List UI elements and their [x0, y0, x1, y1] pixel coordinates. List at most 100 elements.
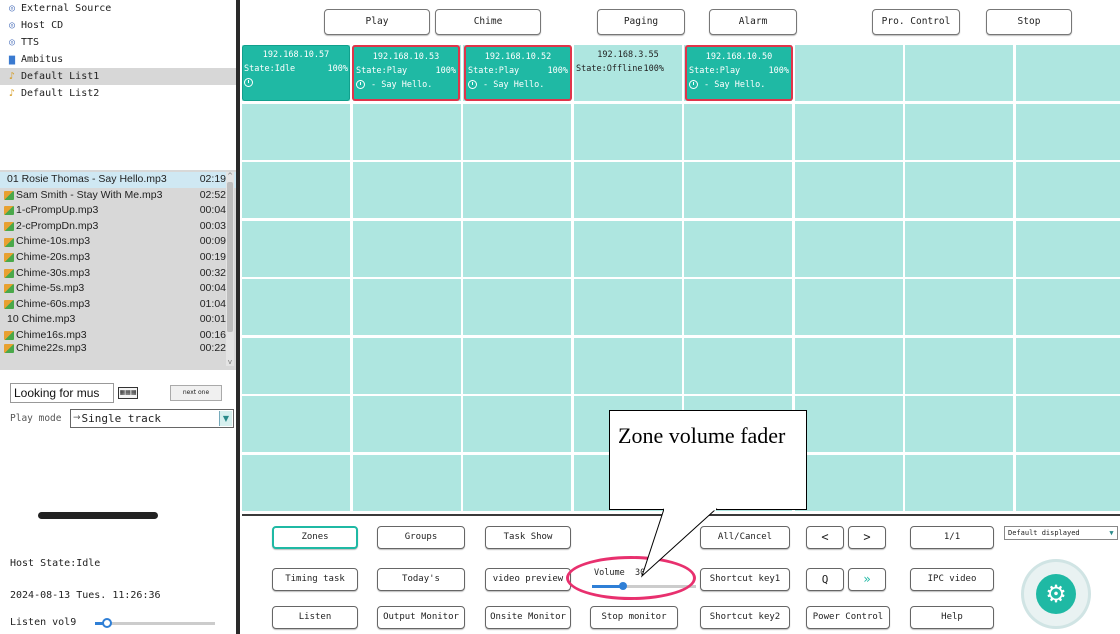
source-item-default-list2[interactable]: ♪ Default List2: [0, 85, 236, 102]
zone-cell-empty[interactable]: [574, 162, 682, 218]
playlist-row[interactable]: Chime-30s.mp3 00:32: [0, 266, 236, 282]
zone-cell-empty[interactable]: [353, 396, 461, 452]
play-mode-select[interactable]: → Single track ▼: [70, 408, 234, 428]
zone-tile[interactable]: 192.168.10.53 State:Play 100% - Say Hello…: [352, 45, 460, 101]
video-preview-button[interactable]: video preview: [485, 568, 571, 591]
zone-cell-empty[interactable]: [684, 162, 792, 218]
zone-cell-empty[interactable]: [795, 338, 903, 394]
onsite-monitor-button[interactable]: Onsite Monitor: [485, 606, 571, 629]
zone-cell-empty[interactable]: [905, 221, 1013, 277]
zone-cell-empty[interactable]: [1016, 104, 1120, 160]
paging-button[interactable]: Paging: [597, 9, 685, 35]
panel-divider[interactable]: [236, 0, 240, 634]
playlist-row[interactable]: Chime-10s.mp3 00:09: [0, 234, 236, 250]
zone-cell-empty[interactable]: [242, 162, 350, 218]
zone-cell-empty[interactable]: [1016, 279, 1120, 335]
zone-cell-empty[interactable]: [795, 396, 903, 452]
pro-control-button[interactable]: Pro. Control: [872, 9, 960, 35]
playlist-row[interactable]: 10 Chime.mp3 00:01: [0, 312, 236, 328]
scrollbar-thumb[interactable]: [227, 182, 233, 332]
playlist-row[interactable]: Chime22s.mp3 00:22: [0, 344, 236, 354]
todays-button[interactable]: Today's: [377, 568, 465, 591]
zone-cell-empty[interactable]: [905, 338, 1013, 394]
shortcut-key1-button[interactable]: Shortcut key1: [700, 568, 790, 591]
zone-cell-empty[interactable]: [1016, 455, 1120, 511]
next-one-button[interactable]: next one: [170, 385, 222, 401]
zone-cell-empty[interactable]: [905, 162, 1013, 218]
stop-button[interactable]: Stop: [986, 9, 1072, 35]
ipc-video-button[interactable]: IPC video: [910, 568, 994, 591]
zone-cell-empty[interactable]: [353, 104, 461, 160]
power-control-button[interactable]: Power Control: [806, 606, 890, 629]
source-item-ambitus[interactable]: ▆ Ambitus: [0, 51, 236, 68]
zone-cell-empty[interactable]: [905, 279, 1013, 335]
zone-cell-empty[interactable]: [463, 221, 571, 277]
zone-cell-empty[interactable]: [1016, 162, 1120, 218]
zone-tile[interactable]: 192.168.10.50 State:Play 100% - Say Hello…: [685, 45, 793, 101]
search-icon[interactable]: Q: [806, 568, 844, 591]
zone-cell-empty[interactable]: [242, 396, 350, 452]
zone-cell-empty[interactable]: [795, 104, 903, 160]
playlist-row[interactable]: Chime16s.mp3 00:16: [0, 328, 236, 344]
music-search-input[interactable]: [10, 383, 114, 403]
zone-cell-empty[interactable]: [795, 455, 903, 511]
zone-cell-empty[interactable]: [353, 338, 461, 394]
zone-tile[interactable]: 192.168.10.52 State:Play 100% - Say Hello…: [464, 45, 572, 101]
zone-cell-empty[interactable]: [463, 338, 571, 394]
task-show-button[interactable]: Task Show: [485, 526, 571, 549]
playlist-row[interactable]: 1-cPrompUp.mp3 00:04: [0, 203, 236, 219]
playlist-row[interactable]: Chime-60s.mp3 01:04: [0, 297, 236, 313]
zone-cell-empty[interactable]: [463, 396, 571, 452]
playlist-row[interactable]: 2-cPrompDn.mp3 00:03: [0, 219, 236, 235]
timing-task-button[interactable]: Timing task: [272, 568, 358, 591]
zone-cell-empty[interactable]: [353, 162, 461, 218]
zone-cell-empty[interactable]: [242, 338, 350, 394]
display-mode-select[interactable]: Default displayed ▼: [1004, 526, 1118, 540]
zone-cell-empty[interactable]: [353, 455, 461, 511]
zone-cell-empty[interactable]: [242, 279, 350, 335]
zone-cell-empty[interactable]: [463, 279, 571, 335]
dropdown-arrow-icon[interactable]: ▼: [219, 410, 232, 426]
zone-cell-empty[interactable]: [795, 221, 903, 277]
zone-cell-empty[interactable]: [574, 104, 682, 160]
zone-cell-empty[interactable]: [684, 338, 792, 394]
zone-cell-empty[interactable]: [574, 338, 682, 394]
zone-cell-empty[interactable]: [242, 455, 350, 511]
zone-cell-empty[interactable]: [905, 45, 1013, 101]
source-item-tts[interactable]: ◎ TTS: [0, 34, 236, 51]
zone-tile[interactable]: 192.168.3.55 State:Offline 100%: [574, 45, 682, 101]
zone-cell-empty[interactable]: [1016, 396, 1120, 452]
zone-cell-empty[interactable]: [905, 455, 1013, 511]
chime-button[interactable]: Chime: [435, 9, 541, 35]
playlist-scrollbar[interactable]: ^ v: [226, 172, 234, 366]
listen-button[interactable]: Listen: [272, 606, 358, 629]
listen-volume-slider[interactable]: [95, 618, 215, 628]
zones-button[interactable]: Zones: [272, 526, 358, 549]
stop-monitor-button[interactable]: Stop monitor: [590, 606, 678, 629]
playlist-row[interactable]: 01 Rosie Thomas - Say Hello.mp3 02:19: [0, 172, 236, 188]
fast-forward-icon[interactable]: »: [848, 568, 886, 591]
source-item-host-cd[interactable]: ◎ Host CD: [0, 17, 236, 34]
playlist[interactable]: 01 Rosie Thomas - Say Hello.mp3 02:19 Sam…: [0, 170, 236, 370]
groups-button[interactable]: Groups: [377, 526, 465, 549]
scroll-down-icon[interactable]: v: [226, 358, 234, 366]
zone-cell-empty[interactable]: [905, 104, 1013, 160]
zone-cell-empty[interactable]: [1016, 45, 1120, 101]
zone-cell-empty[interactable]: [684, 104, 792, 160]
zone-cell-empty[interactable]: [684, 221, 792, 277]
play-button[interactable]: Play: [324, 9, 430, 35]
zone-cell-empty[interactable]: [463, 162, 571, 218]
zone-cell-empty[interactable]: [463, 455, 571, 511]
zone-cell-empty[interactable]: [242, 221, 350, 277]
zone-cell-empty[interactable]: [574, 279, 682, 335]
zone-cell-empty[interactable]: [353, 279, 461, 335]
playlist-row[interactable]: Chime-5s.mp3 00:04: [0, 281, 236, 297]
zone-cell-empty[interactable]: [684, 279, 792, 335]
zone-cell-empty[interactable]: [242, 104, 350, 160]
zone-tile[interactable]: 192.168.10.57 State:Idle 100%: [242, 45, 350, 101]
zone-cell-empty[interactable]: [574, 221, 682, 277]
all-cancel-button[interactable]: All/Cancel: [700, 526, 790, 549]
next-page-button[interactable]: >: [848, 526, 886, 549]
scroll-up-icon[interactable]: ^: [226, 172, 234, 180]
zone-cell-empty[interactable]: [1016, 221, 1120, 277]
